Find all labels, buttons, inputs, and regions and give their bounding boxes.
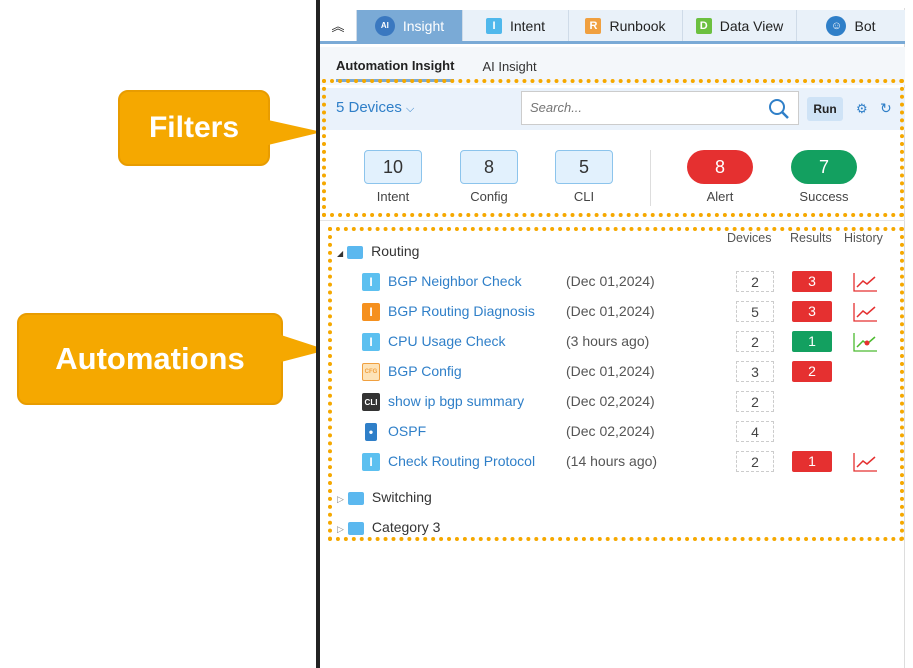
tab-bar: ︽ AI Insight I Intent R Runbook D Data View … <box>320 10 905 44</box>
tab-label: Runbook <box>609 17 666 34</box>
double-chevron-up-icon: ︽ <box>331 19 345 34</box>
tab-bot[interactable]: ☺ Bot <box>797 10 905 41</box>
tab-runbook[interactable]: R Runbook <box>569 10 683 41</box>
intent-icon: I <box>485 17 502 34</box>
tab-label: Intent <box>509 17 546 34</box>
data-view-icon: D <box>695 17 712 34</box>
ai-insight-icon: AI <box>374 15 395 36</box>
filters-callout-label: Filters <box>148 111 240 144</box>
tab-intent[interactable]: I Intent <box>463 10 569 41</box>
tab-label: Bot <box>854 17 876 34</box>
tab-data-view[interactable]: D Data View <box>683 10 797 41</box>
filters-highlight <box>322 79 904 217</box>
tab-ai-insight[interactable]: AI Insight <box>482 59 536 74</box>
automations-callout-label: Automations <box>55 341 245 376</box>
separator <box>320 220 905 221</box>
runbook-icon: R <box>585 17 602 34</box>
automations-callout: Automations <box>17 313 283 405</box>
filters-callout: Filters <box>118 90 270 166</box>
collapse-button[interactable]: ︽ <box>320 10 357 41</box>
tab-label: Data View <box>719 17 784 34</box>
bot-icon: ☺ <box>826 15 847 36</box>
tab-label: Insight <box>402 17 445 34</box>
tab-insight[interactable]: AI Insight <box>357 10 463 41</box>
automations-highlight <box>328 227 904 541</box>
tab-automation-insight[interactable]: Automation Insight <box>336 50 455 82</box>
